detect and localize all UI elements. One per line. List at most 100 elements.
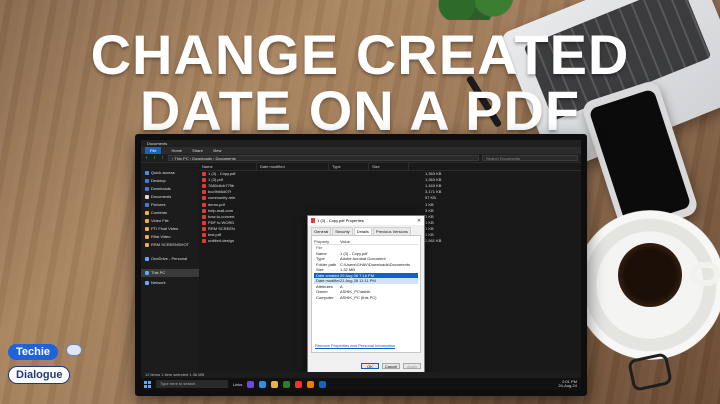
folder-icon xyxy=(145,219,149,223)
mouse-icon xyxy=(66,344,82,356)
file-name: help-mail-com xyxy=(208,207,234,213)
property-header: Property Value xyxy=(314,238,418,245)
column-header-date-modified[interactable]: Date modified xyxy=(257,163,329,170)
file-size: 2,861 KB xyxy=(425,238,442,244)
sidebar-item-network[interactable]: Network xyxy=(141,279,199,287)
sidebar-label: This PC xyxy=(151,270,166,275)
file-size: 1 KB xyxy=(425,201,434,207)
sidebar-item-contents[interactable]: Contents xyxy=(141,209,199,217)
folder-icon xyxy=(145,211,149,215)
word-icon[interactable] xyxy=(319,380,327,388)
apply-button[interactable]: Apply xyxy=(403,363,421,369)
up-arrow-icon[interactable]: ↑ xyxy=(160,155,165,161)
pdf-icon xyxy=(202,220,206,225)
network-icon xyxy=(145,281,149,285)
folder-icon xyxy=(145,235,149,239)
sidebar-label: Downloads xyxy=(151,186,171,191)
sidebar-item-pti-final-video[interactable]: PTI Final Video xyxy=(141,225,199,233)
dialog-tabs: General Security Details Previous Versio… xyxy=(308,225,424,235)
file-name: community-rele xyxy=(208,195,236,201)
ribbon-tab-view[interactable]: View xyxy=(213,147,222,154)
sidebar-item-quick-access[interactable]: Quick access xyxy=(141,169,199,177)
explorer-titlebar: Documents xyxy=(141,140,581,147)
file-name: 1 (3) - Copy.pdf xyxy=(208,171,236,177)
file-name: demo.pdf xyxy=(208,201,225,207)
folder-icon xyxy=(145,243,149,247)
property-column-header[interactable]: Property xyxy=(314,238,340,244)
sidebar-label: Pictures xyxy=(151,202,166,207)
file-name: how-to-convert xyxy=(208,213,235,219)
sidebar-item-onedrive[interactable]: OneDrive - Personal xyxy=(141,255,199,263)
pdf-icon xyxy=(311,218,315,223)
sidebar-label: PTI Final Video xyxy=(151,226,179,231)
back-arrow-icon[interactable]: ‹ xyxy=(144,155,149,161)
property-row-computer[interactable]: Computer ASHIK_PC (this PC) xyxy=(314,295,418,301)
forward-arrow-icon[interactable]: › xyxy=(152,155,157,161)
file-size: 57 KB xyxy=(425,195,436,201)
sidebar-label: Desktop xyxy=(151,178,166,183)
cancel-button[interactable]: Cancel xyxy=(382,363,400,369)
pdf-icon xyxy=(202,232,206,237)
file-size: 1,363 KB xyxy=(425,177,442,183)
sidebar-label: Rifat Video xyxy=(151,234,171,239)
tab-previous-versions[interactable]: Previous Versions xyxy=(372,227,411,235)
windows-start-icon[interactable] xyxy=(144,380,151,388)
sidebar-label: OneDrive - Personal xyxy=(151,256,188,261)
cup-handle xyxy=(690,262,720,286)
explorer-body: Quick access Desktop Downloads Documents… xyxy=(141,163,581,373)
file-name: PDF to WORD xyxy=(208,219,235,225)
file-explorer-icon[interactable] xyxy=(271,380,279,388)
file-name: untitled-design xyxy=(208,238,235,244)
system-tray-clock[interactable]: 2:01 PM 24-Aug-24 xyxy=(558,380,581,388)
remove-properties-link[interactable]: Remove Properties and Personal Informati… xyxy=(315,343,395,348)
column-header-type[interactable]: Type xyxy=(329,163,369,170)
app-icon[interactable] xyxy=(247,380,255,388)
pdf-icon xyxy=(202,196,206,201)
sidebar-label: Documents xyxy=(151,194,172,199)
sidebar-item-video-file[interactable]: Video File xyxy=(141,217,199,225)
cloud-icon xyxy=(145,257,149,261)
sidebar-label: RRM SCREENSHOT xyxy=(151,242,190,247)
pdf-icon xyxy=(202,184,206,189)
pdf-icon xyxy=(202,202,206,207)
close-icon[interactable]: ✕ xyxy=(414,218,424,224)
sidebar-label: Contents xyxy=(151,210,168,215)
sidebar-item-downloads[interactable]: Downloads xyxy=(141,185,199,193)
tab-security[interactable]: Security xyxy=(332,227,353,235)
details-panel: Property Value File Name 1 (3) - Copy.pdf… xyxy=(311,235,421,353)
ribbon-tab-share[interactable]: Share xyxy=(192,147,203,154)
sidebar-item-rrm-screenshot[interactable]: RRM SCREENSHOT xyxy=(141,241,199,249)
taskbar-search[interactable]: Type here to search xyxy=(156,380,228,388)
links-toolbar-label[interactable]: Links xyxy=(233,382,242,387)
column-header-row: Name Date modified Type Size xyxy=(199,163,581,171)
dialog-buttons: OK Cancel Apply xyxy=(361,363,421,369)
edge-icon[interactable] xyxy=(259,380,267,388)
pdf-app-icon[interactable] xyxy=(295,380,303,388)
value-column-header[interactable]: Value xyxy=(340,238,350,244)
excel-icon[interactable] xyxy=(283,380,291,388)
column-header-name[interactable]: Name xyxy=(199,163,257,170)
ribbon-tab-home[interactable]: Home xyxy=(171,147,182,154)
ok-button[interactable]: OK xyxy=(361,363,379,369)
sidebar-label: Quick access xyxy=(151,170,175,175)
address-bar-row: ‹ › ↑ › This PC › Downloads › Documents … xyxy=(141,154,581,163)
tab-details[interactable]: Details xyxy=(353,227,372,235)
sidebar-item-rifat-video[interactable]: Rifat Video xyxy=(141,233,199,241)
column-header-size[interactable]: Size xyxy=(369,163,409,170)
search-box[interactable]: Search Documents xyxy=(482,155,578,161)
address-bar[interactable]: › This PC › Downloads › Documents xyxy=(168,155,479,161)
file-name: 7680c6cb779b xyxy=(208,183,235,189)
sidebar-item-documents[interactable]: Documents xyxy=(141,193,199,201)
sidebar-item-pictures[interactable]: Pictures xyxy=(141,201,199,209)
pdf-icon xyxy=(202,239,206,244)
file-list: Name Date modified Type Size 1 (3) - Cop… xyxy=(199,163,581,373)
pdf-icon xyxy=(202,178,206,183)
taskbar: Type here to search Links 2:01 PM 24-Aug… xyxy=(141,378,581,390)
tab-general[interactable]: General xyxy=(311,227,332,235)
ribbon-tab-file[interactable]: File xyxy=(145,147,162,154)
sidebar-item-this-pc[interactable]: This PC xyxy=(141,269,199,277)
brand-badge: Techie Dialogue xyxy=(8,342,82,384)
sidebar-item-desktop[interactable]: Desktop xyxy=(141,177,199,185)
vlc-icon[interactable] xyxy=(307,380,315,388)
download-icon xyxy=(145,187,149,191)
